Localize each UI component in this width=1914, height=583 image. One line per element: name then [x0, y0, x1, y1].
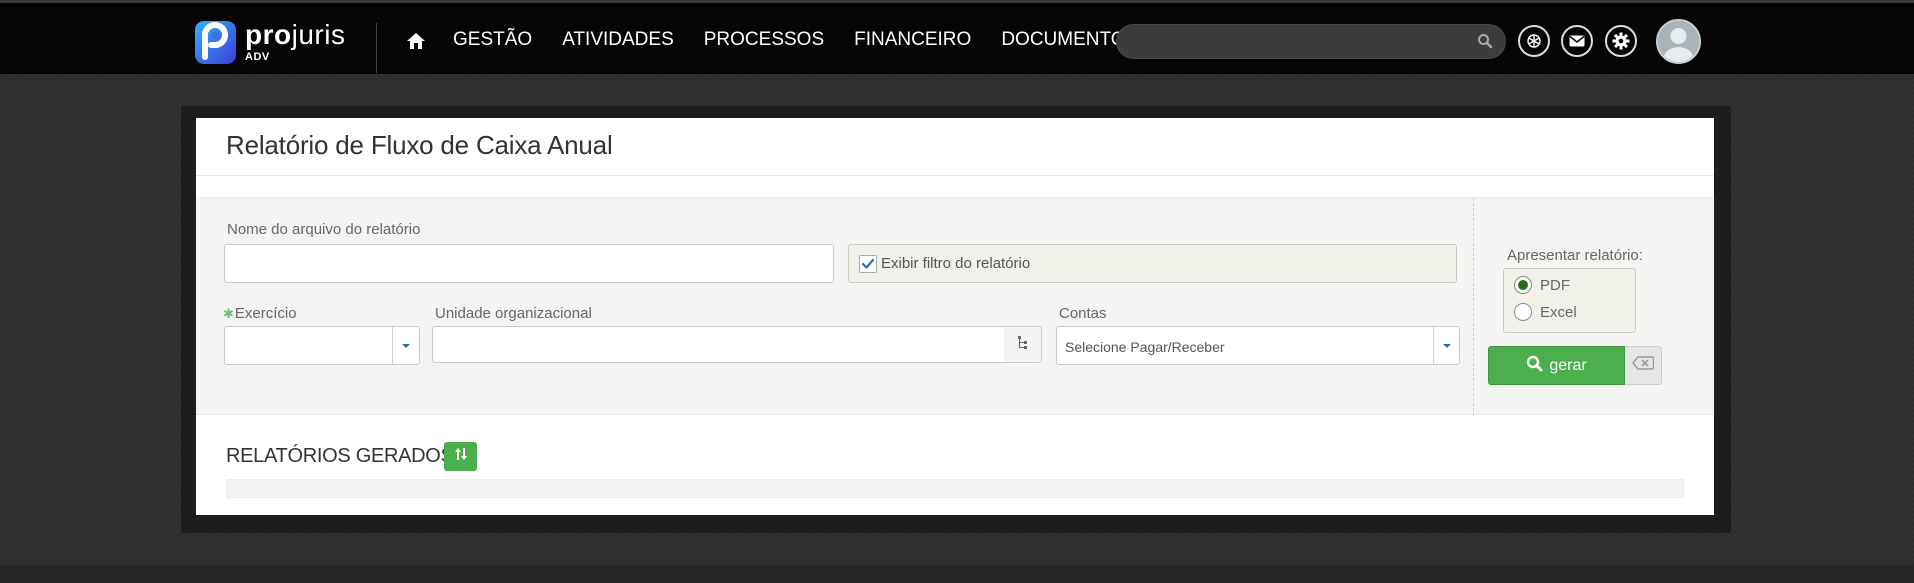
filename-field — [224, 244, 834, 283]
chevron-down-icon[interactable] — [1433, 327, 1459, 364]
generated-reports-list — [226, 479, 1684, 498]
page-title: Relatório de Fluxo de Caixa Anual — [226, 130, 613, 160]
search-icon — [1526, 355, 1543, 377]
nav-item-processos[interactable]: PROCESSOS — [704, 29, 824, 51]
settings-gear-icon[interactable] — [1605, 25, 1637, 57]
navbar-divider — [376, 23, 377, 73]
excel-radio[interactable] — [1514, 303, 1532, 321]
show-filter-label: Exibir filtro do relatório — [881, 255, 1031, 272]
generated-reports-title: RELATÓRIOS GERADOS — [226, 445, 454, 467]
unidade-label: Unidade organizacional — [435, 305, 592, 322]
unidade-tree-button[interactable] — [1004, 326, 1042, 363]
exercicio-select[interactable] — [224, 326, 420, 365]
search-input[interactable] — [1117, 25, 1457, 58]
openai-icon[interactable] — [1518, 25, 1550, 57]
contas-label: Contas — [1059, 305, 1107, 322]
logo-subtitle: ADV — [245, 51, 270, 63]
chevron-down-icon[interactable] — [392, 327, 419, 364]
card-header: Relatório de Fluxo de Caixa Anual — [196, 118, 1714, 176]
exercicio-label-wrap: ✱Exercício — [223, 305, 297, 322]
nav-item-gestao[interactable]: GESTÃO — [453, 29, 532, 51]
clear-button[interactable] — [1625, 346, 1662, 385]
user-avatar[interactable] — [1656, 19, 1701, 64]
show-filter-option[interactable]: Exibir filtro do relatório — [848, 244, 1457, 283]
format-option-excel[interactable]: Excel — [1514, 303, 1577, 321]
exercicio-label: Exercício — [234, 305, 297, 322]
contas-select[interactable]: Selecione Pagar/Receber — [1056, 326, 1460, 365]
required-star-icon: ✱ — [223, 306, 234, 321]
search-icon[interactable] — [1477, 33, 1493, 49]
show-filter-checkbox[interactable] — [859, 255, 877, 273]
unidade-input[interactable] — [433, 327, 1004, 362]
pdf-radio[interactable] — [1514, 276, 1532, 294]
contas-value: Selecione Pagar/Receber — [1065, 339, 1225, 355]
mail-icon[interactable] — [1561, 25, 1593, 57]
projuris-logo[interactable]: projuris ADV — [195, 21, 345, 67]
projuris-logo-mark-icon — [195, 21, 236, 64]
present-report-label: Apresentar relatório: — [1507, 247, 1643, 264]
report-filter-form: Nome do arquivo do relatório Exibir filt… — [196, 197, 1714, 416]
top-navbar: projuris ADV GESTÃO ATIVIDADES PROCESSOS… — [0, 0, 1914, 74]
nav-item-financeiro[interactable]: FINANCEIRO — [854, 29, 971, 51]
filename-input[interactable] — [225, 245, 833, 282]
generate-label: gerar — [1549, 356, 1587, 374]
format-radio-group: PDF Excel — [1503, 268, 1636, 333]
sort-reports-button[interactable] — [444, 442, 477, 471]
logo-word-light: juris — [291, 19, 346, 50]
unidade-field — [432, 326, 1005, 363]
form-divider — [1473, 198, 1474, 416]
pdf-label: PDF — [1540, 276, 1570, 294]
nav-item-atividades[interactable]: ATIVIDADES — [562, 29, 674, 51]
global-search — [1116, 24, 1506, 59]
main-nav: GESTÃO ATIVIDADES PROCESSOS FINANCEIRO D… — [453, 29, 1138, 51]
excel-label: Excel — [1540, 303, 1577, 321]
tree-structure-icon — [1017, 335, 1029, 354]
report-card: Relatório de Fluxo de Caixa Anual Nome d… — [196, 118, 1714, 515]
filename-label: Nome do arquivo do relatório — [227, 221, 421, 238]
home-icon[interactable] — [406, 31, 426, 51]
sort-arrows-icon — [454, 447, 468, 466]
backspace-clear-icon — [1632, 356, 1655, 375]
format-option-pdf[interactable]: PDF — [1514, 276, 1570, 294]
page-footer — [0, 565, 1914, 583]
logo-word-bold: pro — [245, 19, 292, 50]
generate-button[interactable]: gerar — [1488, 346, 1625, 385]
